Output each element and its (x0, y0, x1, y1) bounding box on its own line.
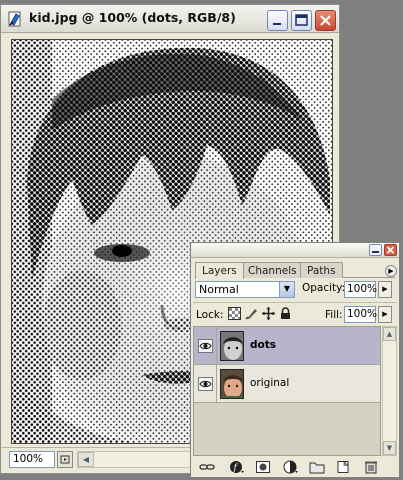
adjustment-layer-icon[interactable] (283, 460, 299, 474)
opacity-label: Opacity: (302, 282, 346, 294)
status-menu-button[interactable] (57, 451, 73, 468)
minimize-icon (372, 251, 379, 253)
layers-list: dots original (193, 326, 381, 456)
palette-close-button[interactable] (384, 244, 397, 256)
blend-mode-select[interactable]: Normal ▼ (195, 281, 295, 298)
scroll-left-arrow-icon[interactable]: ◀ (78, 452, 94, 467)
divider (193, 302, 397, 303)
visibility-eye-icon[interactable] (198, 377, 213, 391)
layers-vertical-scrollbar[interactable]: ▲ ▼ (382, 326, 397, 456)
document-titlebar[interactable]: kid.jpg @ 100% (dots, RGB/8) (1, 5, 339, 33)
tab-paths[interactable]: Paths (300, 262, 343, 278)
lock-all-icon[interactable] (279, 307, 292, 320)
divider (216, 365, 217, 402)
layers-palette: Layers Channels Paths ▶ Normal ▼ Opacity… (190, 242, 400, 478)
maximize-button[interactable] (291, 10, 312, 31)
lock-position-icon[interactable] (262, 307, 275, 320)
close-icon (386, 246, 395, 254)
layer-name: dots (250, 339, 276, 351)
layer-thumbnail-original (220, 369, 244, 399)
minimize-button[interactable] (267, 10, 288, 31)
palette-tabs: Layers Channels Paths (195, 262, 395, 279)
chevron-down-icon: ▼ (279, 282, 294, 297)
palette-bottom-toolbar: f (193, 457, 397, 476)
blend-mode-value: Normal (199, 283, 239, 296)
opacity-field[interactable]: 100% (344, 281, 377, 298)
maximize-icon (295, 14, 308, 26)
opacity-slider-button[interactable]: ▶ (378, 281, 392, 298)
palette-minimize-button[interactable] (369, 244, 382, 256)
palette-menu-icon[interactable]: ▶ (385, 265, 397, 277)
close-icon (320, 15, 331, 26)
tab-channels[interactable]: Channels (241, 262, 304, 278)
scroll-down-arrow-icon[interactable]: ▼ (383, 441, 396, 455)
new-layer-icon[interactable] (335, 460, 351, 474)
divider (216, 327, 217, 364)
document-title: kid.jpg @ 100% (dots, RGB/8) (29, 10, 236, 25)
scroll-up-arrow-icon[interactable]: ▲ (383, 327, 396, 341)
fill-field[interactable]: 100% (344, 306, 377, 323)
status-menu-icon (60, 455, 70, 464)
visibility-eye-icon[interactable] (198, 339, 213, 353)
layer-row-original[interactable]: original (194, 365, 380, 403)
add-mask-icon[interactable] (255, 460, 271, 474)
layer-row-dots[interactable]: dots (194, 327, 380, 365)
layer-style-icon[interactable]: f (229, 460, 245, 474)
link-icon[interactable] (199, 460, 215, 474)
lock-transparency-icon[interactable] (228, 307, 241, 320)
fill-label: Fill: (325, 309, 343, 321)
trash-icon[interactable] (363, 460, 379, 474)
lock-label: Lock: (196, 309, 224, 321)
photoshop-file-icon (8, 11, 21, 27)
layer-thumbnail-dots (220, 331, 244, 361)
close-button[interactable] (315, 10, 336, 31)
tab-layers[interactable]: Layers (195, 262, 244, 279)
minimize-icon (273, 23, 281, 25)
layer-name: original (250, 377, 290, 389)
fill-slider-button[interactable]: ▶ (378, 306, 392, 323)
new-group-icon[interactable] (309, 460, 325, 474)
zoom-level-field[interactable]: 100% (9, 451, 55, 468)
palette-titlebar[interactable] (191, 243, 399, 258)
lock-image-pixels-icon[interactable] (245, 307, 258, 320)
